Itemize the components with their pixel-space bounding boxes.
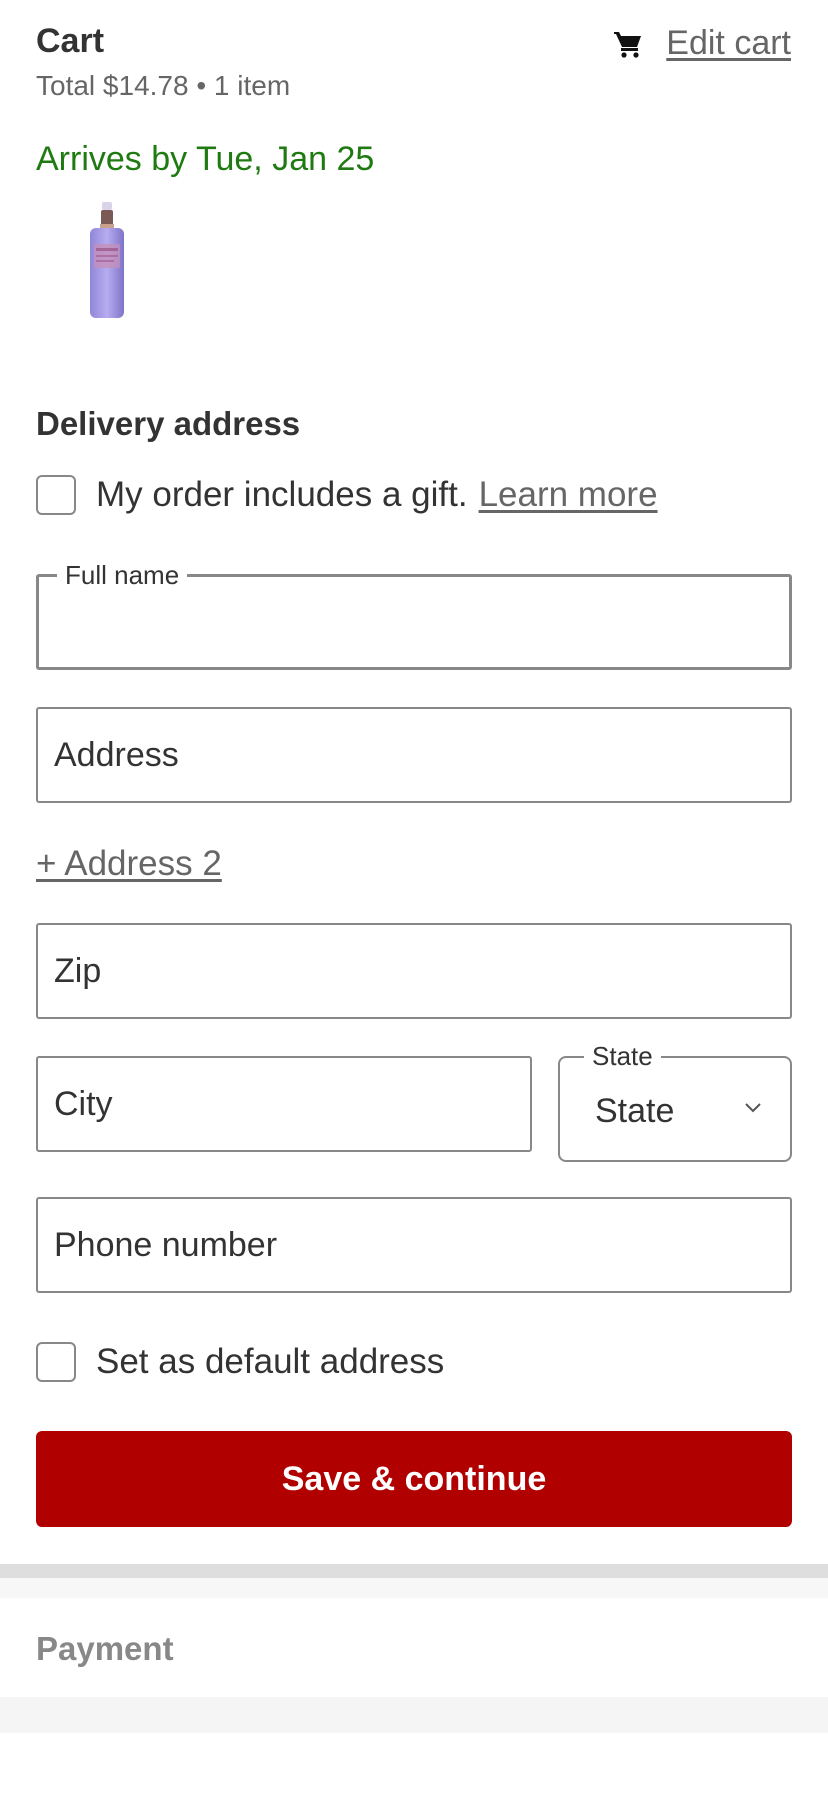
edit-cart-link[interactable]: Edit cart bbox=[612, 24, 791, 63]
default-address-option: Set as default address bbox=[36, 1342, 444, 1382]
delivery-estimate: Arrives by Tue, Jan 25 bbox=[36, 140, 375, 178]
bottom-band bbox=[0, 1697, 828, 1733]
city-input[interactable] bbox=[38, 1058, 530, 1150]
learn-more-link[interactable]: Learn more bbox=[479, 475, 658, 515]
state-label: State bbox=[584, 1041, 661, 1072]
edit-cart-label[interactable]: Edit cart bbox=[666, 24, 791, 63]
phone-input[interactable] bbox=[38, 1199, 790, 1291]
phone-field bbox=[36, 1197, 792, 1293]
address-field bbox=[36, 707, 792, 803]
state-select[interactable]: State State bbox=[558, 1041, 792, 1162]
zip-input[interactable] bbox=[38, 925, 790, 1017]
delivery-address-heading: Delivery address bbox=[36, 405, 301, 442]
section-divider bbox=[0, 1564, 828, 1578]
state-value: State bbox=[595, 1092, 675, 1130]
gift-checkbox[interactable] bbox=[36, 475, 76, 515]
cart-title: Cart bbox=[36, 22, 105, 60]
zip-field bbox=[36, 923, 792, 1019]
chevron-down-icon bbox=[745, 1103, 761, 1113]
default-address-label: Set as default address bbox=[96, 1342, 445, 1381]
city-field bbox=[36, 1056, 532, 1152]
full-name-field: Full name bbox=[36, 560, 792, 670]
full-name-label: Full name bbox=[57, 560, 188, 591]
product-thumbnail bbox=[90, 202, 124, 318]
address-input[interactable] bbox=[38, 709, 790, 801]
cart-summary: Total $14.78 • 1 item bbox=[36, 70, 291, 101]
shopping-cart-icon bbox=[614, 31, 642, 58]
save-continue-button[interactable]: Save & continue bbox=[36, 1431, 792, 1527]
gift-option: My order includes a gift. Learn more bbox=[36, 475, 658, 515]
gift-label: My order includes a gift. bbox=[96, 475, 468, 514]
add-address-2-link[interactable]: + Address 2 bbox=[36, 844, 222, 884]
default-address-checkbox[interactable] bbox=[36, 1342, 76, 1382]
payment-heading[interactable]: Payment bbox=[36, 1630, 174, 1668]
payment-band bbox=[0, 1578, 828, 1598]
